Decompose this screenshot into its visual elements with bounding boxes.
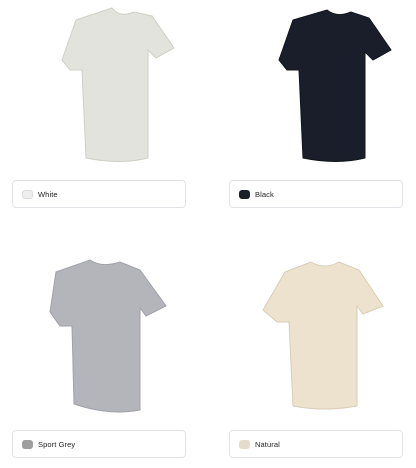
tshirt-natural-graphic [262, 261, 384, 410]
tshirt-black-graphic [278, 9, 392, 162]
variant-card-sport-grey[interactable]: Sport Grey [12, 250, 187, 458]
variant-label-button-sport-grey[interactable]: Sport Grey [12, 430, 186, 458]
color-name-white: White [38, 189, 58, 199]
color-name-black: Black [255, 189, 274, 199]
tshirt-white-graphic [61, 7, 175, 162]
color-swatch-black [239, 189, 250, 199]
variant-card-black[interactable]: Black [229, 0, 404, 208]
variant-label-button-black[interactable]: Black [229, 180, 403, 208]
variant-label-button-white[interactable]: White [12, 180, 186, 208]
tshirt-sport-grey-graphic [49, 259, 167, 413]
color-swatch-sport-grey [22, 439, 33, 449]
color-swatch-white [22, 189, 33, 199]
tshirt-image-natural[interactable] [229, 250, 404, 425]
color-swatch-natural [239, 439, 250, 449]
variant-label-button-natural[interactable]: Natural [229, 430, 403, 458]
color-variant-grid: White Black Sport Grey Natural [0, 0, 416, 468]
color-name-natural: Natural [255, 439, 280, 449]
variant-card-natural[interactable]: Natural [229, 250, 404, 458]
tshirt-image-white[interactable] [12, 0, 187, 175]
color-name-sport-grey: Sport Grey [38, 439, 76, 449]
tshirt-image-sport-grey[interactable] [12, 250, 187, 425]
variant-card-white[interactable]: White [12, 0, 187, 208]
tshirt-image-black[interactable] [229, 0, 404, 175]
